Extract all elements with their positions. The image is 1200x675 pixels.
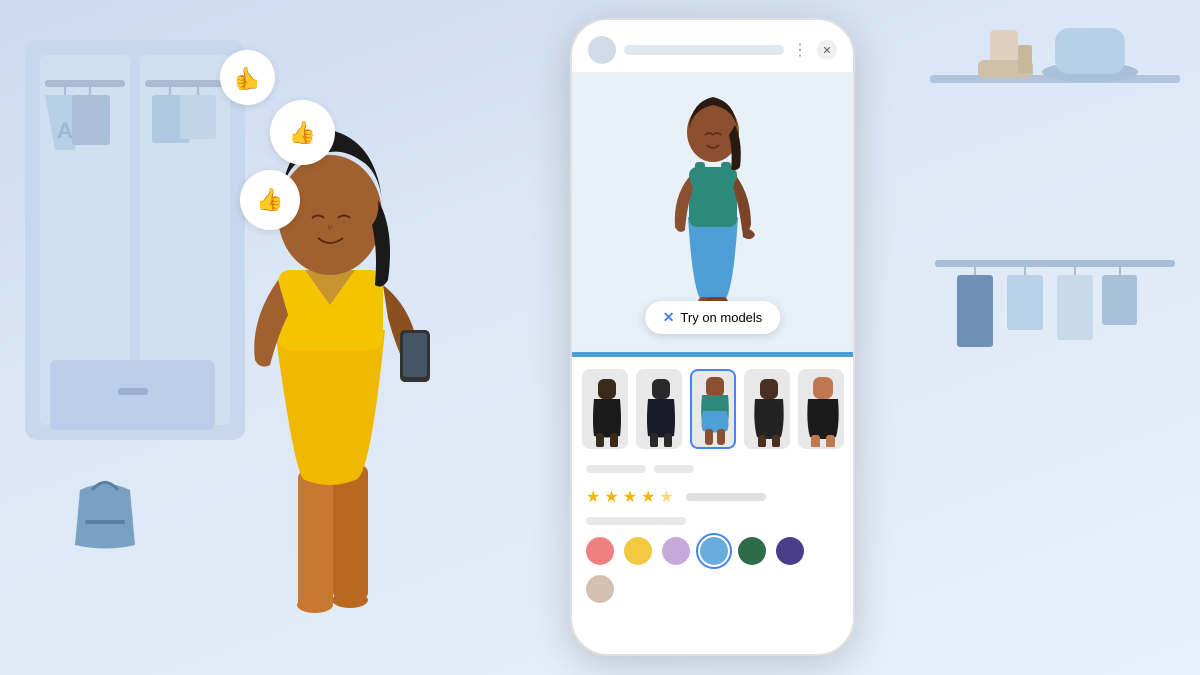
- info-line-2: [654, 465, 694, 473]
- model-thumb-2[interactable]: [636, 369, 682, 449]
- product-image-area: ✕ Try on models: [572, 72, 853, 352]
- color-swatch-blue[interactable]: [700, 537, 728, 565]
- info-line-1: [586, 465, 646, 473]
- try-on-x-icon: ✕: [663, 309, 675, 326]
- rating-bar: [686, 493, 766, 501]
- color-swatches: [572, 529, 853, 615]
- svg-text:A: A: [57, 118, 73, 143]
- wardrobe-cabinet-right: [910, 20, 1200, 640]
- bubble-like-2: 👍: [240, 170, 300, 230]
- extra-info-bar: [572, 461, 853, 477]
- bubble-dislike: 👎: [220, 50, 275, 105]
- color-swatch-purple[interactable]: [776, 537, 804, 565]
- color-swatch-beige[interactable]: [586, 575, 614, 603]
- try-on-button-label: Try on models: [680, 310, 762, 325]
- color-swatch-yellow[interactable]: [624, 537, 652, 565]
- phone-mockup: ⋮ ✕: [570, 18, 855, 656]
- scene: A: [0, 0, 1200, 675]
- star-2: ★: [604, 487, 618, 507]
- app-menu-dots[interactable]: ⋮: [792, 40, 809, 60]
- try-on-models-button[interactable]: ✕ Try on models: [645, 301, 781, 334]
- app-avatar: [588, 36, 616, 64]
- like-icon-2: 👍: [256, 187, 283, 213]
- model-thumb-3[interactable]: [690, 369, 736, 449]
- model-thumb-5[interactable]: [798, 369, 844, 449]
- model-thumb-1[interactable]: [582, 369, 628, 449]
- model-thumb-4[interactable]: [744, 369, 790, 449]
- star-4: ★: [641, 487, 655, 507]
- bubble-like-1: 👍: [270, 100, 335, 165]
- app-close-button[interactable]: ✕: [817, 40, 837, 60]
- star-half: ★: [659, 487, 673, 507]
- model-selector[interactable]: [572, 357, 853, 461]
- extra-info-bar-2: [572, 513, 853, 529]
- color-swatch-lavender[interactable]: [662, 537, 690, 565]
- star-1: ★: [586, 487, 600, 507]
- app-bar: ⋮ ✕: [572, 20, 853, 72]
- star-3: ★: [623, 487, 637, 507]
- color-swatch-green[interactable]: [738, 537, 766, 565]
- info-line-3: [586, 517, 686, 525]
- app-title-bar: [624, 45, 784, 55]
- rating-section: ★ ★ ★ ★ ★: [572, 477, 853, 513]
- model-figure-svg: [643, 87, 783, 337]
- dislike-icon: 👎: [234, 65, 261, 91]
- like-icon-1: 👍: [289, 120, 316, 146]
- color-swatch-pink[interactable]: [586, 537, 614, 565]
